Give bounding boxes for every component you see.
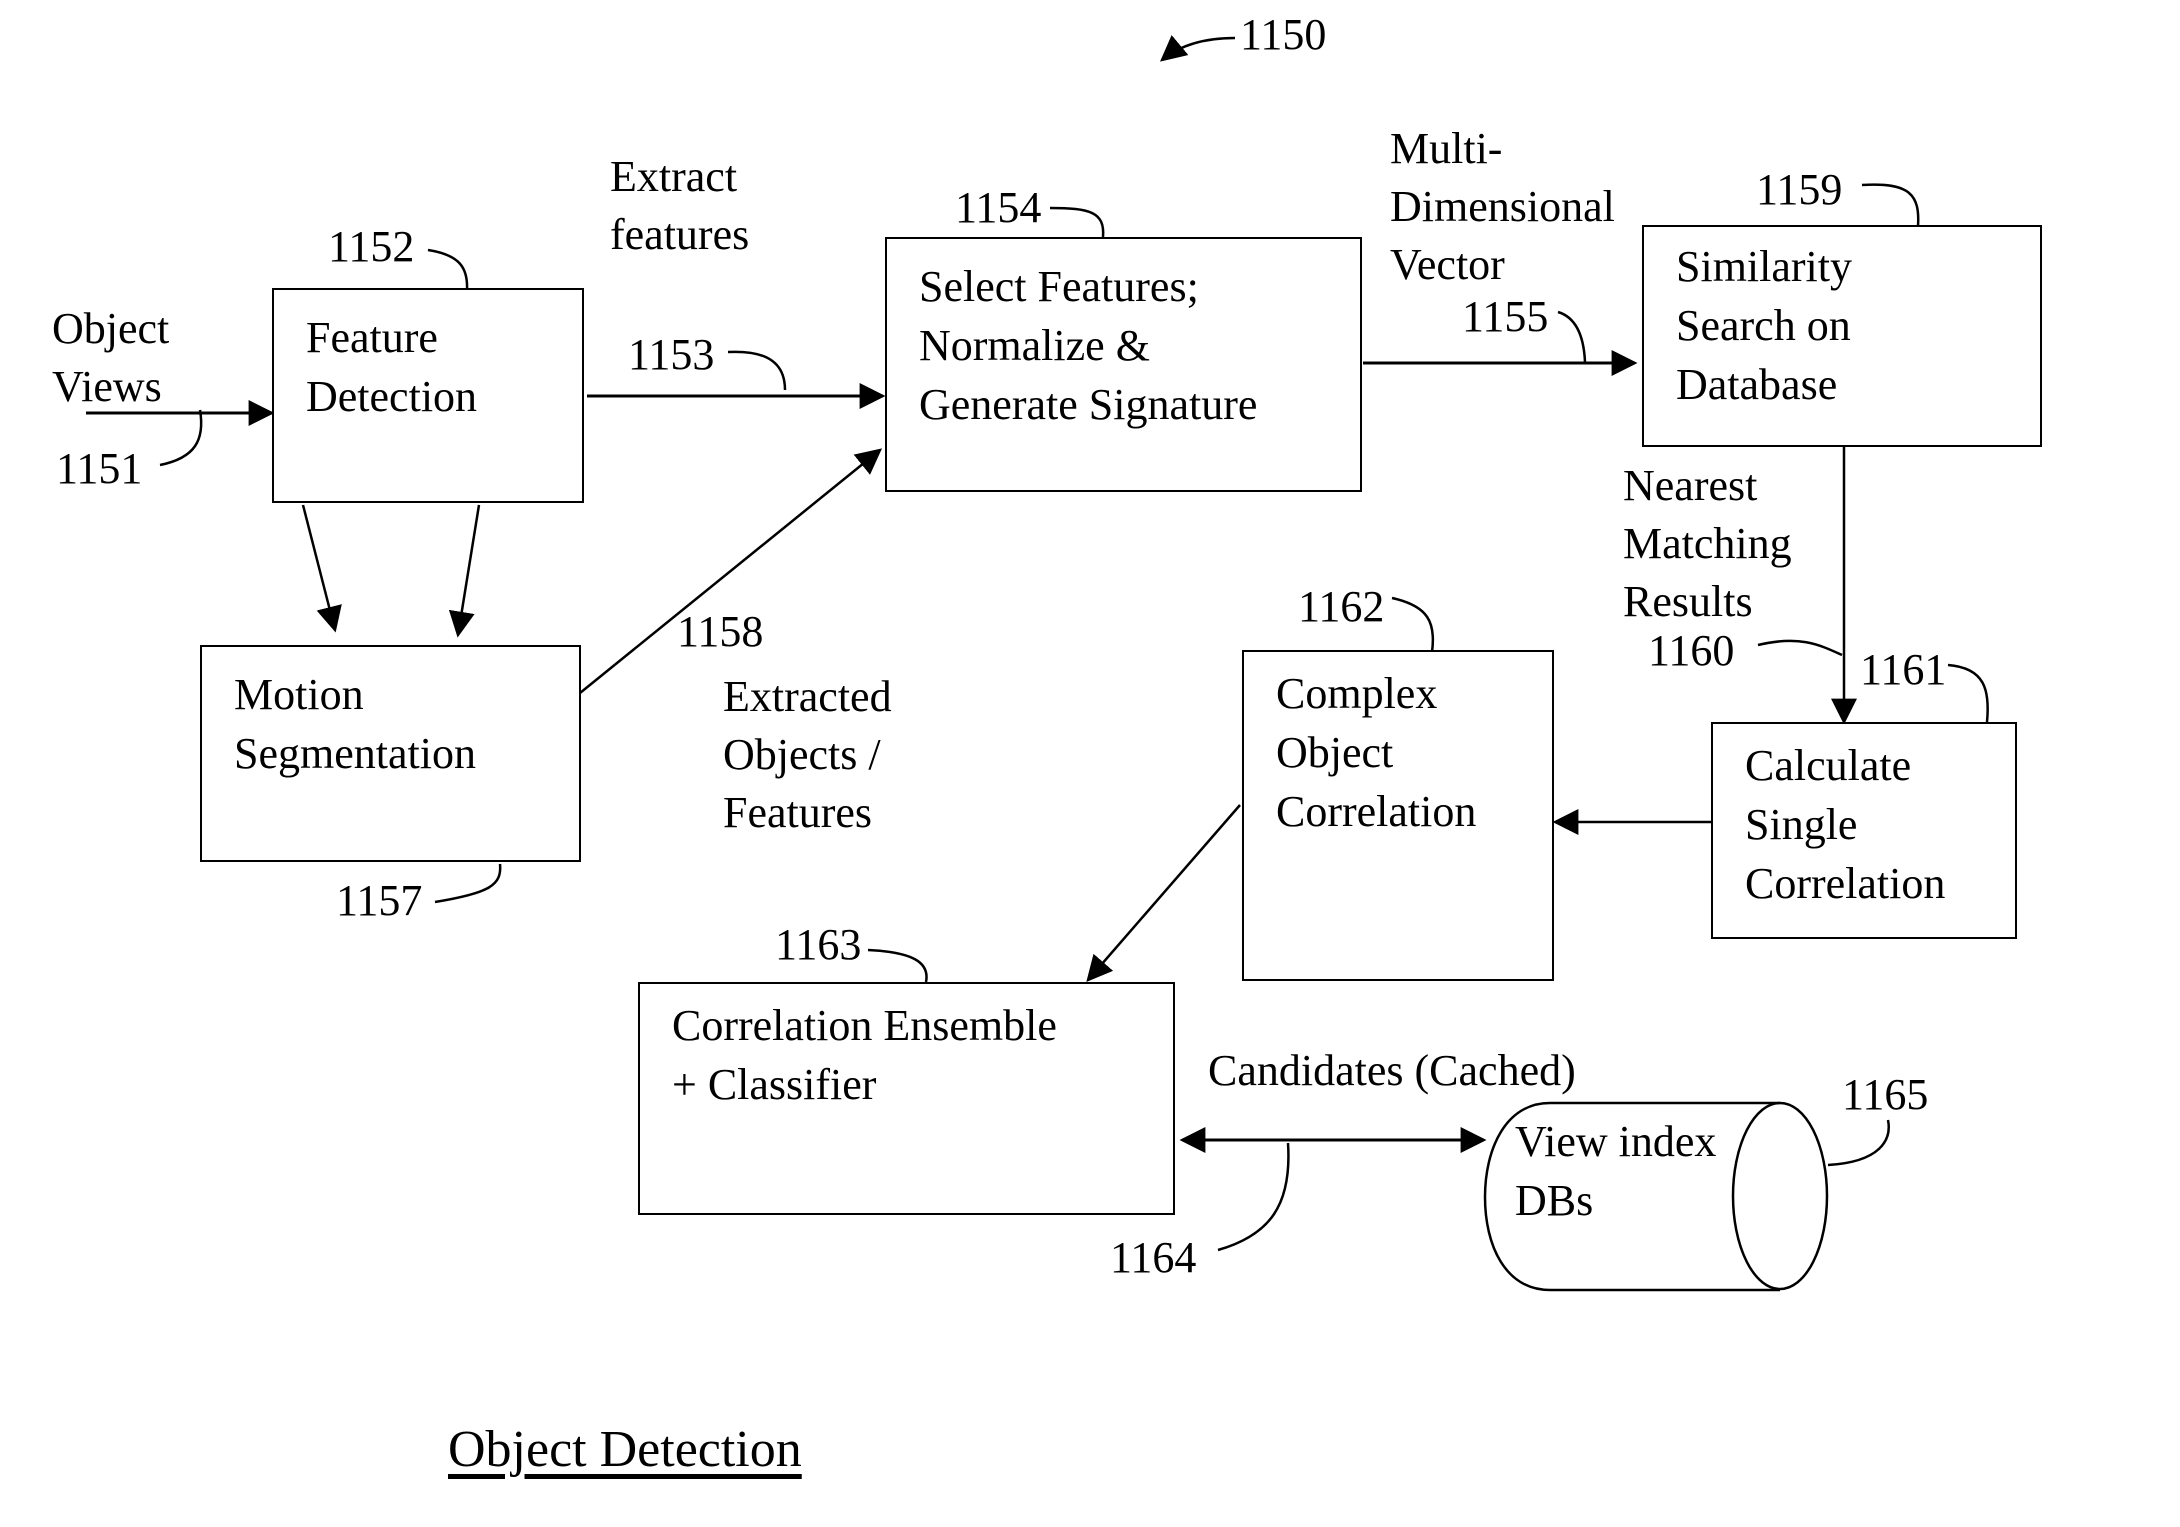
nearest-matching-label: Nearest Matching Results [1623, 461, 1792, 626]
ref-1162: 1162 [1298, 582, 1385, 631]
ref-1155: 1155 [1462, 292, 1549, 341]
figure-caption: Object Detection [448, 1421, 802, 1478]
ref-1161: 1161 [1860, 645, 1947, 694]
ref-1165: 1165 [1842, 1070, 1929, 1119]
leader-1154 [1049, 206, 1105, 238]
ref-1158: 1158 [677, 607, 764, 656]
figure-pointer-arrow [1160, 35, 1236, 62]
leader-1164 [1217, 1142, 1290, 1252]
figure-ref-number: 1150 [1240, 10, 1327, 59]
object-views-label: Object Views [52, 304, 170, 411]
leader-1165 [1827, 1119, 1890, 1167]
complex-object-box[interactable]: Complex Object Correlation [1242, 650, 1554, 981]
extract-features-label: Extract features [610, 152, 750, 259]
leader-1163 [867, 948, 928, 983]
multi-dim-vector-label: Multi- Dimensional Vector [1390, 124, 1615, 289]
leader-1161 [1947, 663, 1989, 723]
complex-to-ensemble-arrow [1086, 804, 1241, 982]
correlation-ensemble-label: Correlation Ensemble + Classifier [672, 1001, 1057, 1109]
ref-1160: 1160 [1648, 626, 1735, 675]
calculate-single-label: Calculate Single Correlation [1745, 741, 1946, 908]
similarity-search-label: Similarity Search on Database [1676, 242, 1852, 409]
feature-detection-label: Feature Detection [306, 313, 478, 421]
leader-1152 [427, 248, 469, 291]
leader-1155 [1557, 310, 1587, 363]
complex-object-label: Complex Object Correlation [1276, 669, 1477, 836]
view-index-db-label[interactable]: View index DBs [1515, 1112, 1716, 1230]
candidates-label: Candidates (Cached) [1208, 1046, 1576, 1095]
calculate-single-box[interactable]: Calculate Single Correlation [1711, 722, 2017, 939]
detection-to-segmentation-arrow-1 [301, 504, 342, 633]
ref-1157: 1157 [336, 876, 423, 925]
ref-1164: 1164 [1110, 1233, 1197, 1282]
diagram-canvas: 1150 Object Views 1151 1152 Feature Dete… [0, 0, 2180, 1527]
select-features-box[interactable]: Select Features; Normalize & Generate Si… [885, 237, 1362, 492]
motion-segmentation-box[interactable]: Motion Segmentation [200, 645, 581, 862]
detection-to-segmentation-arrow-2 [448, 504, 481, 638]
leader-1159 [1861, 183, 1920, 227]
leader-1157 [434, 863, 502, 904]
leader-1153 [727, 350, 787, 391]
correlation-ensemble-box[interactable]: Correlation Ensemble + Classifier [638, 982, 1175, 1215]
leader-1151 [159, 409, 203, 467]
ref-1153: 1153 [628, 330, 715, 379]
similarity-search-box[interactable]: Similarity Search on Database [1642, 225, 2042, 447]
motion-segmentation-label: Motion Segmentation [234, 670, 476, 778]
leader-1162 [1391, 596, 1435, 653]
extracted-objects-label: Extracted Objects / Features [723, 672, 892, 837]
select-features-label: Select Features; Normalize & Generate Si… [919, 262, 1258, 429]
ref-1154: 1154 [955, 183, 1042, 232]
leader-1160 [1757, 639, 1843, 657]
feature-detection-box[interactable]: Feature Detection [272, 288, 584, 503]
ref-1159: 1159 [1756, 165, 1843, 214]
ref-1163: 1163 [775, 920, 862, 969]
ref-1151: 1151 [56, 444, 143, 493]
ref-1152: 1152 [328, 222, 415, 271]
